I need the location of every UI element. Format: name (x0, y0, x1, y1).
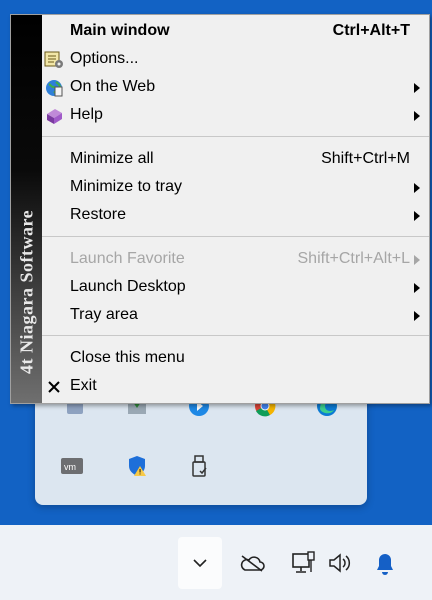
menu-item-exit[interactable]: Exit (42, 373, 429, 401)
submenu-arrow-icon (414, 311, 420, 321)
menu-item-restore[interactable]: Restore (42, 202, 429, 230)
menu-item-main-window[interactable]: Main window Ctrl+Alt+T (42, 18, 429, 46)
menu-item-launch-favorite: Launch Favorite Shift+Ctrl+Alt+L (42, 246, 429, 274)
submenu-arrow-icon (414, 255, 420, 265)
menu-item-close-this-menu[interactable]: Close this menu (42, 345, 429, 373)
menu-separator (42, 236, 429, 237)
taskbar (0, 525, 432, 600)
submenu-arrow-icon (414, 283, 420, 293)
web-icon (43, 77, 65, 99)
shortcut-text: Ctrl+Alt+T (332, 22, 410, 39)
sidebar-brand-text: 4t Niagara Software (16, 209, 37, 374)
menu-item-options[interactable]: Options... (42, 46, 429, 74)
menu-separator (42, 136, 429, 137)
menu-item-minimize-to-tray[interactable]: Minimize to tray (42, 174, 429, 202)
vmware-icon[interactable]: vm (60, 454, 84, 478)
submenu-arrow-icon (414, 183, 420, 193)
usb-drive-icon[interactable] (187, 454, 211, 478)
menu-item-help[interactable]: Help (42, 102, 429, 130)
submenu-arrow-icon (414, 211, 420, 221)
menu-item-on-the-web[interactable]: On the Web (42, 74, 429, 102)
chevron-down-icon (193, 559, 207, 568)
security-warning-icon[interactable] (125, 454, 149, 478)
help-book-icon (43, 105, 65, 127)
menu-separator (42, 335, 429, 336)
shortcut-text: Shift+Ctrl+M (321, 150, 410, 167)
close-icon (43, 376, 65, 398)
menu-sidebar-banner: 4t Niagara Software (11, 15, 42, 403)
menu-item-launch-desktop[interactable]: Launch Desktop (42, 274, 429, 302)
onedrive-offline-icon[interactable] (238, 551, 266, 575)
submenu-arrow-icon (414, 111, 420, 121)
submenu-arrow-icon (414, 83, 420, 93)
network-icon[interactable] (290, 549, 318, 577)
menu-item-tray-area[interactable]: Tray area (42, 302, 429, 330)
shortcut-text: Shift+Ctrl+Alt+L (297, 250, 411, 267)
menu-item-minimize-all[interactable]: Minimize all Shift+Ctrl+M (42, 146, 429, 174)
tray-context-menu: 4t Niagara Software Main window Ctrl+Alt… (10, 14, 430, 404)
svg-text:vm: vm (64, 462, 76, 472)
options-icon (43, 49, 65, 71)
notification-bell-icon[interactable] (373, 551, 397, 577)
show-hidden-icons-button[interactable] (178, 537, 222, 589)
volume-icon[interactable] (326, 551, 356, 575)
